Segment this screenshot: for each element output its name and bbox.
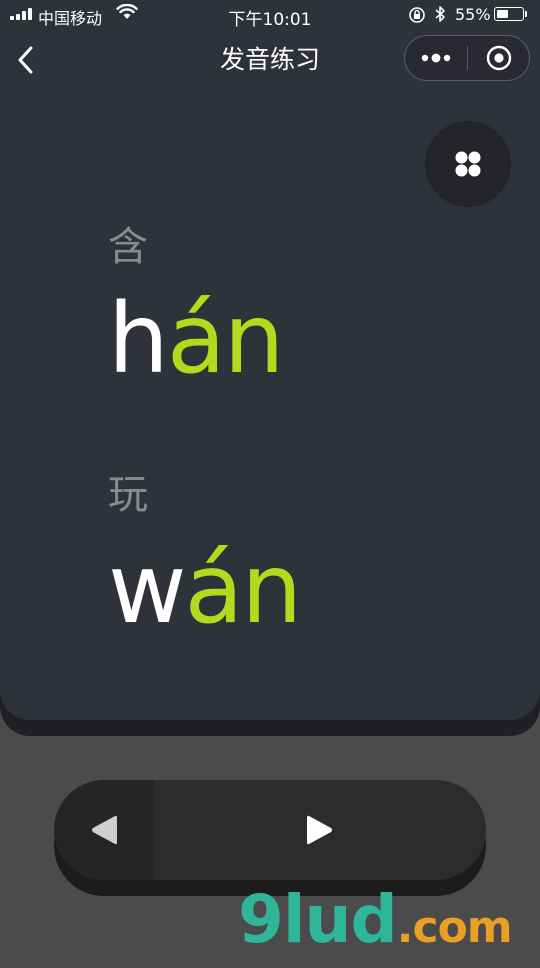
play-button[interactable] — [154, 780, 486, 880]
word-2-final: án — [184, 533, 303, 645]
status-bar: 中国移动 下午10:01 55% — [0, 0, 540, 30]
previous-button[interactable] — [54, 780, 154, 880]
word-1-hanzi: 含 — [108, 224, 148, 270]
battery-tip — [525, 11, 527, 17]
word-2-pinyin: wán — [108, 533, 303, 645]
menu-button[interactable] — [425, 121, 511, 207]
watermark-suffix: .com — [396, 902, 513, 953]
word-1-final: án — [166, 283, 285, 395]
triangle-left-icon — [92, 815, 117, 845]
watermark-logo: 9lud.com — [238, 880, 513, 968]
battery-icon — [494, 7, 524, 21]
player-controls — [54, 780, 486, 880]
close-mini-program-button[interactable] — [468, 36, 529, 80]
word-2-hanzi: 玩 — [108, 472, 148, 518]
word-1-pinyin: hán — [108, 283, 285, 395]
more-dots-icon — [421, 53, 451, 63]
watermark-main: 9lud — [238, 881, 398, 958]
mini-program-capsule — [404, 35, 530, 81]
rotation-lock-icon — [408, 6, 426, 28]
word-2-initial: w — [108, 533, 187, 645]
word-1-initial: h — [108, 283, 169, 395]
target-circle-icon — [486, 45, 511, 71]
triangle-right-icon — [307, 815, 332, 845]
more-button[interactable] — [405, 36, 467, 80]
bluetooth-icon — [433, 5, 447, 27]
battery-fill — [497, 10, 509, 18]
battery-percent: 55% — [455, 5, 491, 24]
grid-four-icon — [455, 151, 481, 177]
